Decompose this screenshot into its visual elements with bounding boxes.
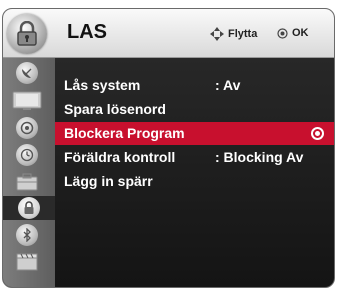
sidebar-item-audio[interactable] [9, 116, 45, 140]
menu-item-block-program[interactable]: Blockera Program [55, 122, 334, 145]
sidebar-item-picture[interactable] [9, 89, 45, 113]
satellite-dish-icon [16, 62, 38, 84]
directional-pad-icon [210, 27, 224, 41]
lock-menu-panel: LAS Flytta OK Lås system: Av Spara löse… [2, 8, 335, 288]
menu-item-input-block[interactable]: Lägg in spärr [55, 170, 334, 193]
sidebar-item-media[interactable] [9, 250, 45, 274]
ok-hint: OK [277, 27, 309, 39]
menu-item-label: Blockera Program [64, 125, 185, 141]
film-icon [16, 253, 38, 271]
ok-button-icon [277, 27, 288, 39]
category-sidebar [3, 58, 55, 287]
lock-icon [7, 14, 47, 54]
menu-item-parental-control[interactable]: Föräldra kontroll : Blocking Av [55, 146, 334, 169]
menu-item-set-password[interactable]: Spara lösenord [55, 98, 334, 121]
menu-item-label: Lägg in spärr [64, 173, 153, 189]
usb-icon [16, 224, 38, 246]
sidebar-item-channel[interactable] [9, 61, 45, 85]
menu-item-value: : Blocking Av [215, 149, 304, 165]
page-title: LAS [67, 21, 107, 43]
tv-screen-icon [12, 91, 42, 110]
lock-icon [18, 197, 40, 219]
menu-item-label: Lås system [64, 77, 141, 93]
menu-item-value: : Av [215, 77, 241, 93]
menu-header: LAS Flytta OK [3, 9, 334, 58]
menu-items: Lås system : Av Spara lösenord Blockera … [55, 58, 334, 287]
sidebar-item-time[interactable] [9, 143, 45, 167]
sidebar-item-lock[interactable] [3, 196, 55, 220]
menu-item-label: Föräldra kontroll [64, 149, 176, 165]
menu-item-lock-system[interactable]: Lås system : Av [55, 74, 334, 97]
move-hint: Flytta [210, 27, 257, 41]
option-icon [16, 173, 38, 191]
move-hint-label: Flytta [228, 28, 258, 40]
ok-hint-label: OK [292, 27, 309, 39]
menu-item-label: Spara lösenord [64, 101, 166, 117]
clock-icon [16, 144, 38, 166]
tv-osd-screen: LAS Flytta OK Lås system: Av Spara löse… [0, 0, 337, 290]
sidebar-item-option[interactable] [9, 170, 45, 194]
radio-selected-icon [311, 127, 324, 140]
sidebar-item-usb[interactable] [9, 223, 45, 247]
speaker-icon [16, 117, 38, 139]
